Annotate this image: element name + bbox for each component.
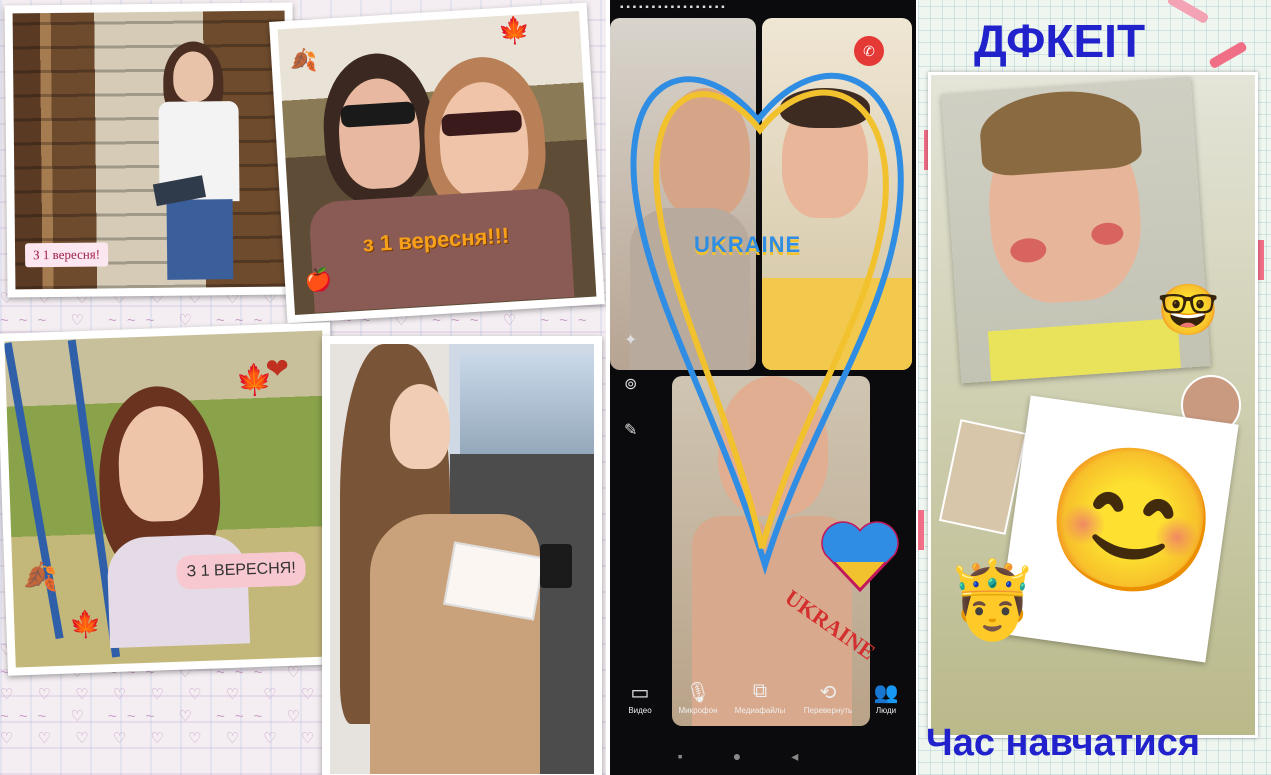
photo-collage-panel: ♡ ♡ ♡ ♡ ♡ ♡ ♡ ♡ ♡ ♡ ♡ ♡ ♡ ♡ ♡ ♡ ♡ ♡ ♡ ♡~… bbox=[0, 0, 606, 775]
home-icon[interactable]: ● bbox=[733, 748, 791, 764]
poster-panel: ДФКЕІТ 🤓 😊 🤴 Час навчатися bbox=[918, 0, 1271, 775]
video-call-screen: ▪ ▪ ▪ ▪ ▪ ▪ ▪ ▪ ▪ ▪ ▪ ▪ ▪ ▪ ▪ ▪ ▪ ⌄ ✆ UK… bbox=[610, 0, 916, 775]
heart-drawing bbox=[630, 72, 904, 576]
ukraine-caption: UKRAINE bbox=[694, 232, 802, 257]
media-button[interactable]: ⧉ Медиафайлы bbox=[732, 680, 788, 715]
heart-icon: ❤ bbox=[264, 352, 290, 385]
nerd-emoji: 🤓 bbox=[1157, 282, 1220, 338]
bench-selfie-photo: 🍁 ❤ 🍂 🍁 З 1 ВЕРЕСНЯ! bbox=[0, 322, 342, 676]
video-button[interactable]: ▭ Видео bbox=[612, 680, 668, 715]
poster-footer: Час навчатися bbox=[926, 722, 1200, 764]
people-button[interactable]: 👥 Люди bbox=[858, 680, 914, 715]
back-icon[interactable]: ◂ bbox=[791, 748, 848, 764]
prince-emoji: 🤴 bbox=[945, 558, 1040, 643]
microphone-icon: 🎙 bbox=[685, 682, 711, 704]
recent-apps-icon[interactable]: ▪ bbox=[678, 748, 733, 764]
maple-leaf-icon: 🍁 bbox=[68, 608, 103, 640]
autumn-selfie-photo: 🍁 🍂 🍎 з 1 вересня!!! bbox=[269, 2, 605, 324]
studying-photo bbox=[322, 336, 602, 775]
apple-icon: 🍎 bbox=[304, 266, 334, 294]
maple-leaf-icon: 🍁 bbox=[497, 14, 532, 46]
poster-title: ДФКЕІТ bbox=[974, 15, 1146, 67]
pen-icon[interactable]: ✎ bbox=[624, 420, 637, 440]
flip-camera-button[interactable]: ⟲ Перевернуть bbox=[800, 680, 856, 715]
poster-card: 🤓 😊 🤴 bbox=[928, 72, 1258, 738]
people-icon: 👥 bbox=[873, 682, 899, 704]
kiss-emoji: 😊 bbox=[1034, 430, 1229, 611]
media-icon: ⧉ bbox=[752, 680, 768, 702]
flip-camera-icon: ⟲ bbox=[819, 682, 837, 704]
microphone-button[interactable]: 🎙 Микрофон bbox=[670, 680, 726, 715]
system-nav-bar: ▪●◂ bbox=[610, 748, 916, 765]
maple-leaf-icon: 🍂 bbox=[288, 47, 318, 74]
effects-icon[interactable]: ⊚ bbox=[624, 374, 637, 394]
maple-leaf-icon: 🍂 bbox=[22, 560, 59, 594]
caption-small: З 1 вересня! bbox=[24, 242, 109, 268]
ukraine-heart-icon bbox=[820, 520, 900, 593]
caption-bench: З 1 ВЕРЕСНЯ! bbox=[175, 551, 307, 590]
sparkle-icon[interactable]: ✦ bbox=[624, 330, 637, 350]
library-photo: З 1 вересня! bbox=[4, 2, 296, 298]
camera-icon: ▭ bbox=[630, 682, 650, 704]
